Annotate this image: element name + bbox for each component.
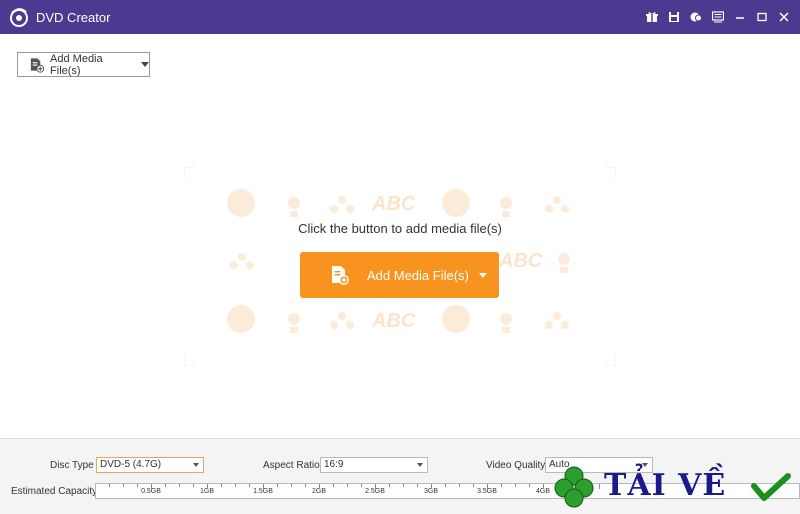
capacity-tick-mark (529, 484, 530, 487)
video-quality-label: Video Quality: (486, 460, 549, 471)
chevron-down-icon (193, 463, 199, 467)
placeholder-abc-2: ABC (371, 310, 416, 332)
capacity-tick-mark (277, 484, 278, 487)
capacity-tick-mark (431, 484, 432, 489)
capacity-tick-label: 1GB (199, 488, 215, 495)
add-media-button[interactable]: Add Media File(s) (17, 52, 150, 77)
close-icon[interactable] (774, 7, 794, 27)
capacity-label: Estimated Capacity: (11, 486, 100, 497)
capacity-tick-mark (543, 484, 544, 489)
capacity-tick-mark (221, 484, 222, 487)
disc-type-value: DVD-5 (4.7G) (100, 459, 162, 470)
capacity-tick-mark (361, 484, 362, 487)
app-title: DVD Creator (36, 9, 111, 25)
chevron-down-icon[interactable] (141, 62, 149, 67)
capacity-tick-mark (137, 484, 138, 487)
capacity-tick-mark (207, 484, 208, 489)
gift-icon[interactable] (642, 7, 662, 27)
minimize-icon[interactable] (730, 7, 750, 27)
window-controls (640, 0, 794, 34)
checkmark-icon (751, 473, 791, 501)
add-media-main-label: Add Media File(s) (367, 267, 469, 283)
capacity-tick-mark (473, 484, 474, 487)
capacity-tick-mark (193, 484, 194, 487)
capacity-tick-mark (515, 484, 516, 487)
capacity-tick-label: 4GB (535, 488, 551, 495)
aspect-ratio-value: 16:9 (324, 459, 344, 470)
capacity-tick-mark (487, 484, 488, 489)
logo-icon (10, 8, 28, 27)
capacity-tick-label: 2.5GB (365, 488, 385, 495)
capacity-tick-mark (319, 484, 320, 489)
capacity-tick-label: 1.5GB (253, 488, 273, 495)
aspect-ratio-select[interactable]: 16:9 (320, 457, 428, 473)
add-file-icon (30, 57, 45, 73)
capacity-tick-label: 3GB (423, 488, 439, 495)
capacity-tick-mark (291, 484, 292, 487)
capacity-tick-mark (417, 484, 418, 487)
capacity-tick-mark (375, 484, 376, 489)
capacity-tick-mark (347, 484, 348, 487)
capacity-tick-mark (235, 484, 236, 487)
add-file-icon (332, 266, 349, 285)
capacity-tick-label: 2GB (311, 488, 327, 495)
capacity-tick-mark (123, 484, 124, 487)
capacity-tick-mark (403, 484, 404, 487)
capacity-tick-mark (389, 484, 390, 487)
capacity-tick-mark (109, 484, 110, 487)
capacity-tick-mark (151, 484, 152, 489)
disc-type-select[interactable]: DVD-5 (4.7G) (96, 457, 204, 473)
add-media-main-button[interactable]: Add Media File(s) (300, 252, 499, 298)
feedback-icon[interactable] (708, 7, 728, 27)
capacity-tick-mark (445, 484, 446, 487)
add-media-label: Add Media File(s) (50, 52, 103, 77)
aspect-ratio-label: Aspect Ratio: (263, 460, 323, 471)
capacity-tick-mark (263, 484, 264, 489)
maximize-icon[interactable] (752, 7, 772, 27)
placeholder-abc-3: ABC (498, 250, 543, 272)
placeholder-abc-1: ABC (371, 193, 416, 215)
save-icon[interactable] (664, 7, 684, 27)
capacity-tick-mark (459, 484, 460, 487)
chevron-down-icon (417, 463, 423, 467)
capacity-tick-mark (305, 484, 306, 487)
capacity-tick-mark (249, 484, 250, 487)
capacity-tick-mark (501, 484, 502, 487)
chevron-down-icon[interactable] (478, 272, 487, 278)
chat-icon[interactable] (686, 7, 706, 27)
capacity-tick-label: 3.5GB (477, 488, 497, 495)
disc-type-label: Disc Type (50, 460, 94, 471)
capacity-tick-label: 0.5GB (141, 488, 161, 495)
watermark-text: TẢI VỀ (604, 468, 727, 503)
clover-icon (554, 466, 594, 508)
capacity-tick-mark (165, 484, 166, 487)
title-bar: DVD Creator (0, 0, 800, 34)
capacity-tick-mark (179, 484, 180, 487)
capacity-tick-mark (333, 484, 334, 487)
add-media-prompt: Click the button to add media file(s) (298, 221, 502, 236)
